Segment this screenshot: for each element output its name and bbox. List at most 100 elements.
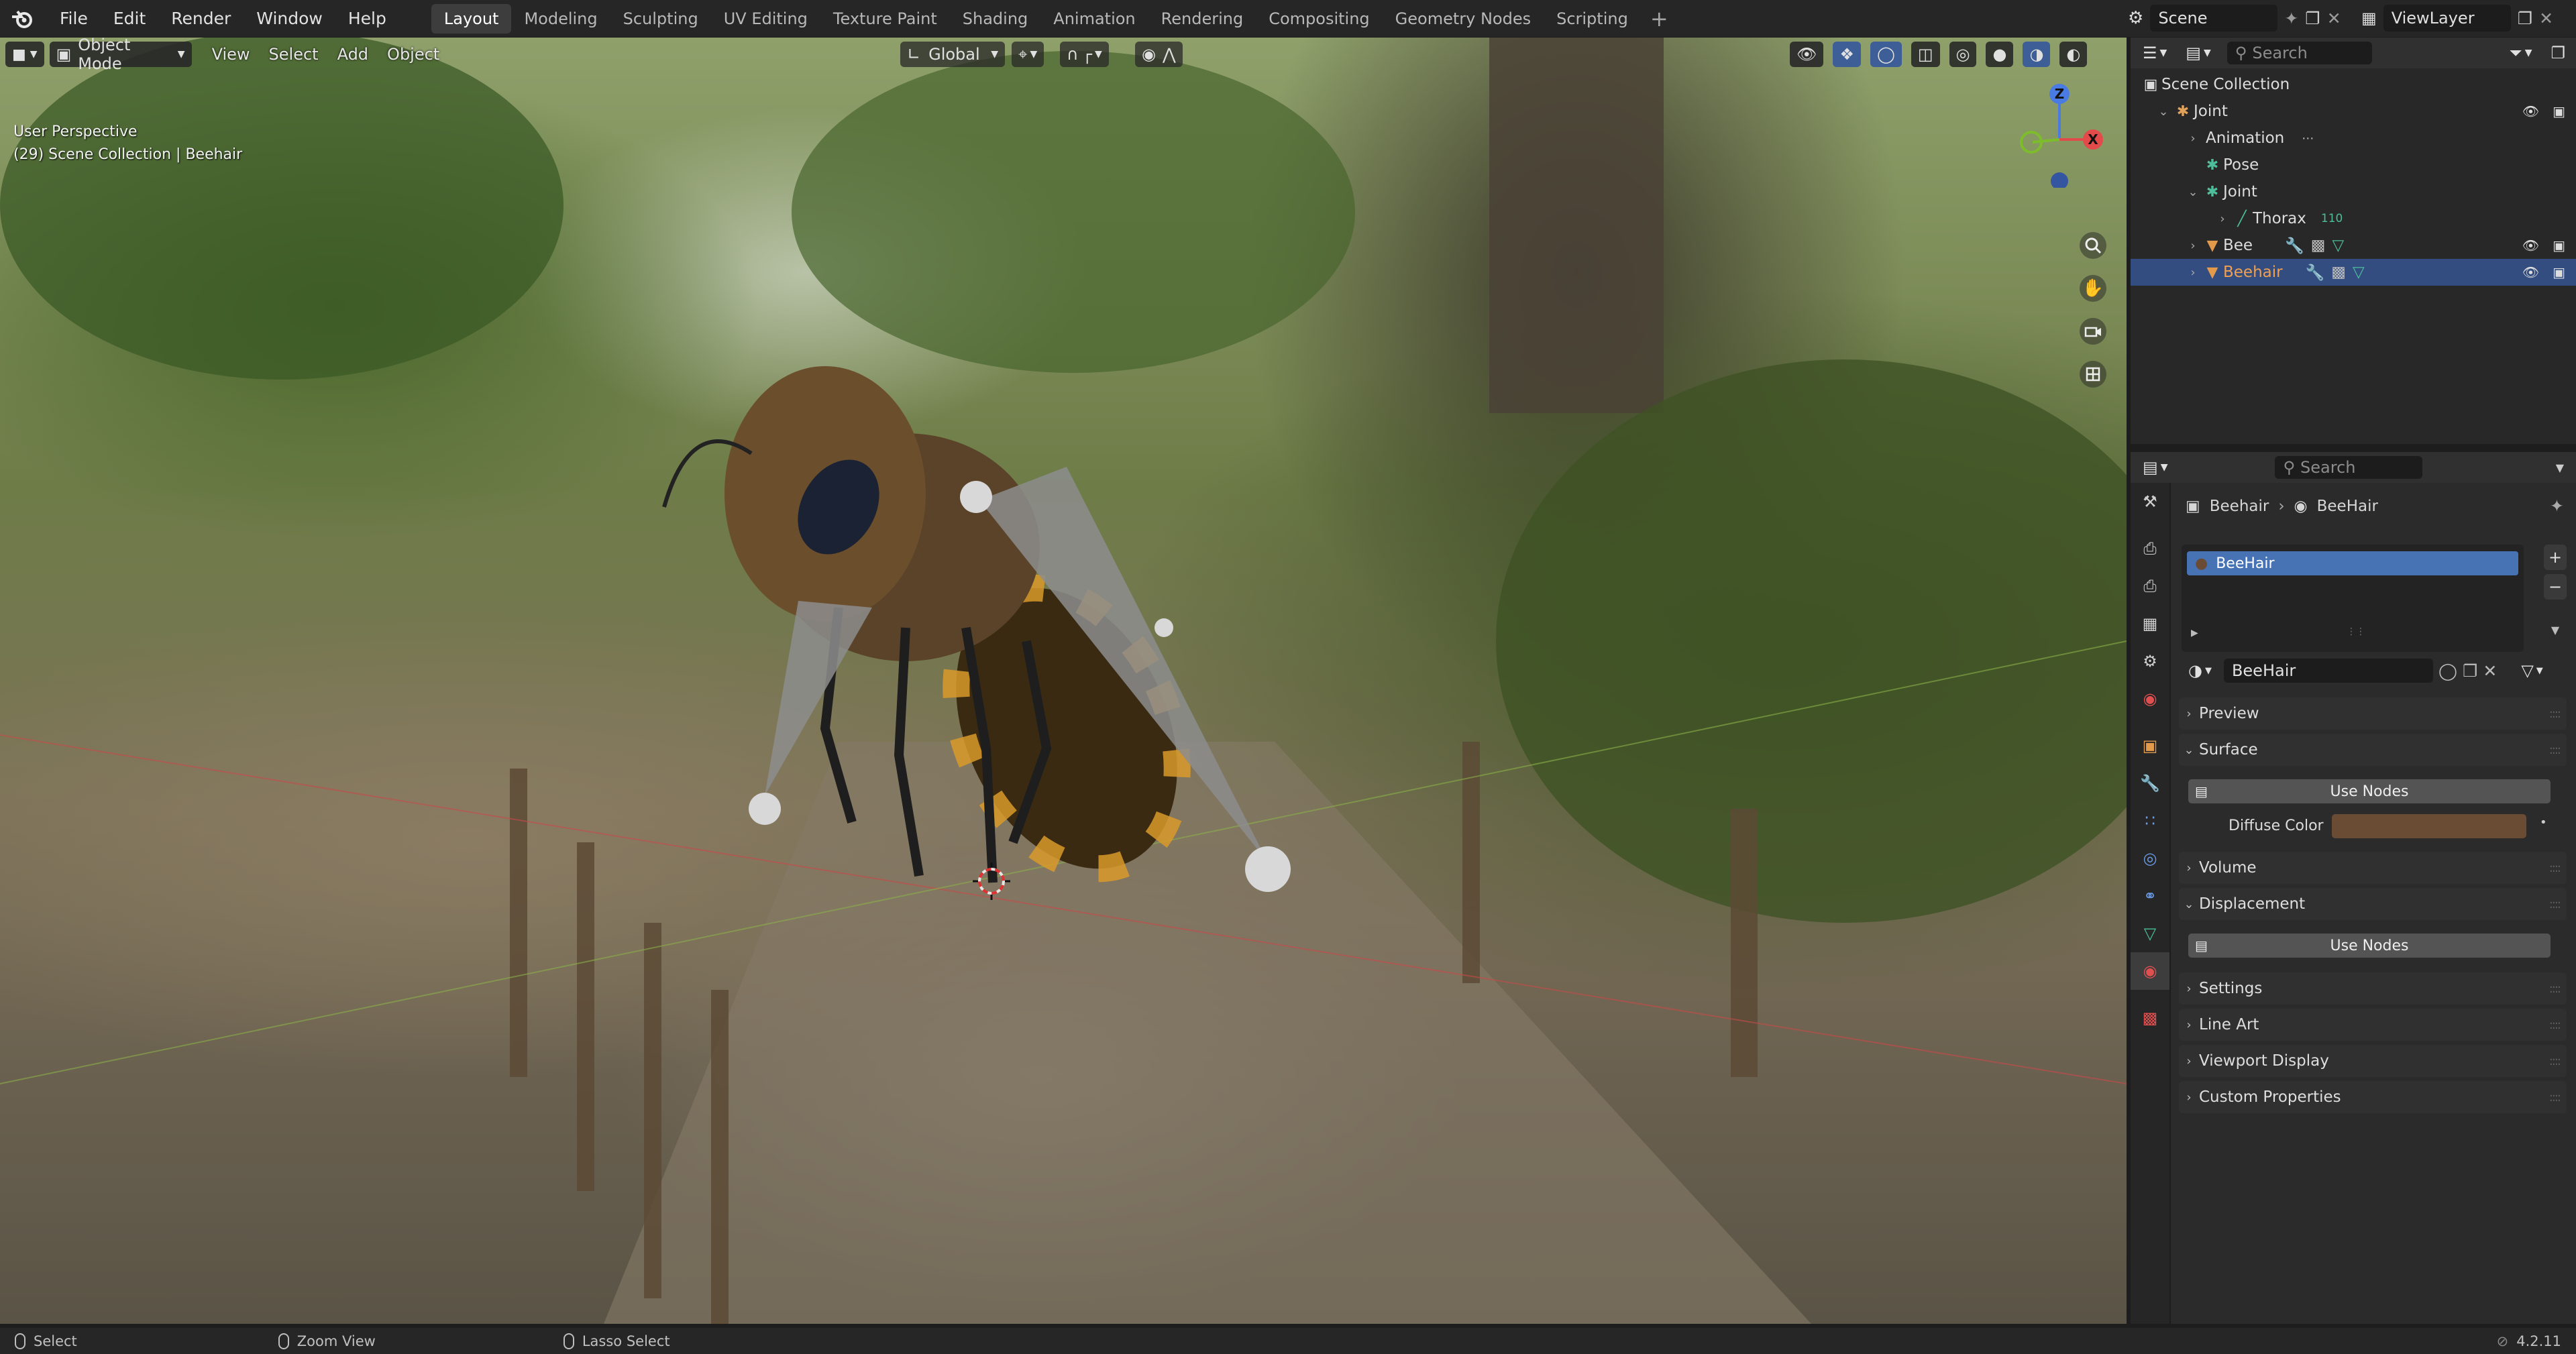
eye-icon[interactable]: 👁 <box>2522 264 2539 280</box>
display-mode-dropdown[interactable]: ▤ ▼ <box>2179 40 2218 66</box>
overlay-toggle[interactable]: ◯ <box>1870 42 1902 67</box>
world-tab-icon[interactable]: ◉ <box>2131 680 2169 718</box>
camera-icon[interactable]: ▣ <box>2553 237 2565 253</box>
menu-add[interactable]: Add <box>328 42 378 67</box>
outliner-row-bee[interactable]: › ▼ Bee 🔧 ▩ ▽ 👁 ▣ <box>2131 232 2576 259</box>
menu-help[interactable]: Help <box>335 3 399 34</box>
object-tab-icon[interactable]: ▣ <box>2131 727 2169 765</box>
tab-layout[interactable]: Layout <box>431 3 512 34</box>
scene-icon[interactable]: ⚙ <box>2128 8 2143 28</box>
add-slot-button[interactable]: + <box>2544 545 2567 570</box>
expand-arrow-icon[interactable]: ▶ <box>2191 628 2198 638</box>
drag-grip-icon[interactable]: :::: <box>2549 897 2561 911</box>
outliner-row-joint[interactable]: ⌄ ✱ Joint 👁 ▣ <box>2131 98 2576 125</box>
particles-tab-icon[interactable]: ∷ <box>2131 802 2169 840</box>
material-preview-button[interactable]: ◑ <box>2023 42 2051 67</box>
resize-grip-icon[interactable]: ⋮⋮ <box>2347 626 2365 637</box>
3d-viewport[interactable]: User Perspective (29) Scene Collection |… <box>0 38 2127 1324</box>
output-tab-icon[interactable]: ⎙ <box>2131 567 2169 605</box>
settings-panel-header[interactable]: › Settings :::: <box>2179 972 2567 1005</box>
rendered-shading-button[interactable]: ◐ <box>2059 42 2088 67</box>
transform-orientation-dropdown[interactable]: ∟ Global ▼ <box>900 42 1005 67</box>
tab-animation[interactable]: Animation <box>1040 4 1148 34</box>
new-scene-icon[interactable]: ❐ <box>2305 9 2320 28</box>
chevron-down-icon[interactable]: ⌄ <box>2184 185 2202 199</box>
volume-panel-header[interactable]: › Volume :::: <box>2179 852 2567 884</box>
chevron-right-icon[interactable]: › <box>2184 266 2202 280</box>
menu-window[interactable]: Window <box>244 3 335 34</box>
chevron-right-icon[interactable]: › <box>2184 239 2202 253</box>
xray-toggle[interactable]: ◫ <box>1911 42 1940 67</box>
blender-logo-icon[interactable] <box>9 6 35 32</box>
tab-sculpting[interactable]: Sculpting <box>610 4 711 34</box>
menu-select[interactable]: Select <box>260 42 328 67</box>
custom-properties-panel-header[interactable]: › Custom Properties :::: <box>2179 1081 2567 1113</box>
gizmo-toggle[interactable]: ❖ <box>1833 42 1861 67</box>
new-collection-button[interactable]: ❐ <box>2544 40 2572 66</box>
tab-shading[interactable]: Shading <box>950 4 1041 34</box>
preview-panel-header[interactable]: › Preview :::: <box>2179 697 2567 730</box>
data-tab-icon[interactable]: ▽ <box>2131 915 2169 952</box>
properties-editor-type-button[interactable]: ▤ ▼ <box>2136 455 2175 480</box>
outliner-row-beehair[interactable]: › ▼ Beehair 🔧 ▩ ▽ 👁 ▣ <box>2131 259 2576 286</box>
tab-uv-editing[interactable]: UV Editing <box>711 4 820 34</box>
scene-tab-icon[interactable]: ⚙ <box>2131 642 2169 680</box>
tab-texture-paint[interactable]: Texture Paint <box>820 4 950 34</box>
camera-view-icon[interactable] <box>2080 318 2106 345</box>
proportional-edit-toggle[interactable]: ◉ ⋀ <box>1135 42 1183 67</box>
duplicate-material-icon[interactable]: ❐ <box>2463 661 2477 681</box>
pivot-point-dropdown[interactable]: ⌖ ▼ <box>1012 42 1044 67</box>
displacement-panel-header[interactable]: ⌄ Displacement :::: <box>2179 888 2567 920</box>
chevron-down-icon[interactable]: ▼ <box>2556 461 2564 474</box>
solid-shading-button[interactable]: ● <box>1986 42 2014 67</box>
outliner-row-joint-data[interactable]: ⌄ ✱ Joint <box>2131 178 2576 205</box>
material-slot-item[interactable]: ● BeeHair <box>2187 551 2518 575</box>
keyframe-dot-icon[interactable]: • <box>2540 815 2547 830</box>
drag-grip-icon[interactable]: :::: <box>2549 1018 2561 1032</box>
tab-scripting[interactable]: Scripting <box>1544 4 1641 34</box>
zoom-icon[interactable] <box>2080 232 2106 259</box>
outliner-search-input[interactable]: ⚲ Search <box>2226 42 2372 64</box>
close-scene-icon[interactable]: ✕ <box>2327 9 2341 28</box>
add-workspace-button[interactable]: + <box>1641 6 1678 32</box>
pin-icon[interactable]: ✦ <box>2284 9 2298 28</box>
menu-file[interactable]: File <box>47 3 101 34</box>
physics-tab-icon[interactable]: ◎ <box>2131 840 2169 877</box>
use-nodes-button-2[interactable]: ▤ Use Nodes <box>2188 934 2551 958</box>
properties-search-input[interactable]: ⚲ Search <box>2275 456 2423 479</box>
drag-grip-icon[interactable]: :::: <box>2549 861 2561 875</box>
outliner-row-thorax[interactable]: › ╱ Thorax 110 <box>2131 205 2576 232</box>
material-tab-icon[interactable]: ◉ <box>2131 952 2169 990</box>
menu-view[interactable]: View <box>203 42 260 67</box>
material-link-dropdown[interactable]: ▽ ▼ <box>2514 658 2550 683</box>
drag-grip-icon[interactable]: :::: <box>2549 982 2561 996</box>
camera-icon[interactable]: ▣ <box>2553 264 2565 280</box>
filter-dropdown[interactable]: ⏷ ▼ <box>2502 40 2539 66</box>
navigation-gizmo[interactable]: Z X <box>2006 80 2113 188</box>
modifier-tab-icon[interactable]: 🔧 <box>2131 765 2169 802</box>
chevron-right-icon[interactable]: › <box>2214 212 2231 226</box>
eye-icon[interactable]: 👁 <box>2522 103 2539 119</box>
editor-type-button[interactable]: ■ ▼ <box>5 42 44 67</box>
surface-panel-header[interactable]: ⌄ Surface :::: <box>2179 734 2567 766</box>
wireframe-shading-button[interactable]: ◎ <box>1949 42 1977 67</box>
render-tab-icon[interactable]: ⎙ <box>2131 530 2169 567</box>
visibility-dropdown[interactable]: 👁 <box>1790 42 1824 67</box>
texture-tab-icon[interactable]: ▩ <box>2131 999 2169 1037</box>
menu-render[interactable]: Render <box>158 3 244 34</box>
chevron-down-icon[interactable]: ⌄ <box>2155 105 2172 119</box>
grid-view-icon[interactable] <box>2080 361 2106 388</box>
new-view-layer-icon[interactable]: ❐ <box>2518 9 2532 28</box>
remove-slot-button[interactable]: − <box>2544 574 2567 600</box>
view-layer-icon[interactable]: ▦ <box>2361 9 2377 27</box>
scene-name-field[interactable]: Scene <box>2150 5 2278 32</box>
drag-grip-icon[interactable]: :::: <box>2549 707 2561 721</box>
eye-icon[interactable]: 👁 <box>2522 237 2539 253</box>
menu-edit[interactable]: Edit <box>101 3 158 34</box>
drag-grip-icon[interactable]: :::: <box>2549 1054 2561 1068</box>
pin-icon[interactable]: ✦ <box>2550 496 2564 516</box>
close-view-layer-icon[interactable]: ✕ <box>2539 9 2553 28</box>
browse-material-button[interactable]: ◑ ▼ <box>2182 658 2218 683</box>
tab-geometry-nodes[interactable]: Geometry Nodes <box>1383 4 1544 34</box>
drag-grip-icon[interactable]: :::: <box>2549 743 2561 757</box>
